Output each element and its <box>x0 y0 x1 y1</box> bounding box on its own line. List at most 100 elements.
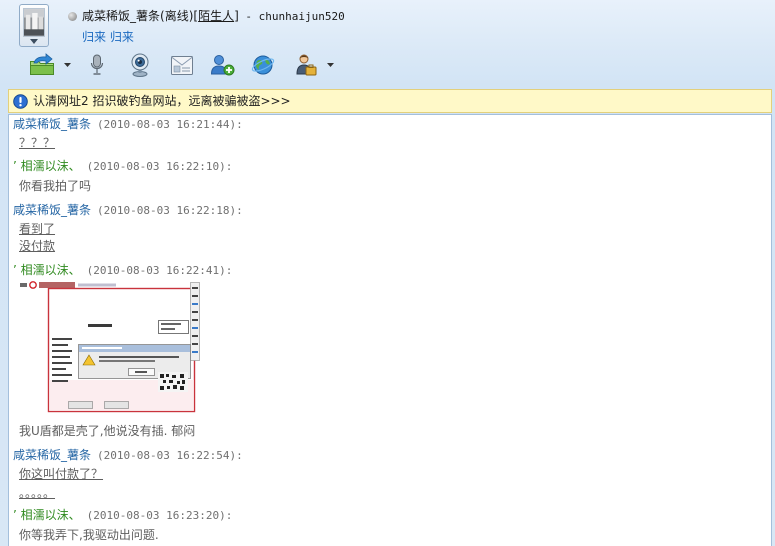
webcam-glint <box>137 59 140 62</box>
voice-chat-button[interactable] <box>90 54 104 76</box>
qr-cell <box>160 386 164 390</box>
image-side-menu <box>190 282 200 361</box>
chat-log[interactable]: 咸菜稀饭_薯条 (2010-08-03 16:21:44): ？？？ ’ 相濡以沫… <box>8 114 772 546</box>
column-mark <box>52 344 68 346</box>
header-text-mark <box>20 283 27 287</box>
message-header: ’ 相濡以沫、 (2010-08-03 16:23:20): <box>13 506 232 524</box>
avatar-photo <box>23 8 45 37</box>
qr-cell <box>173 385 177 389</box>
plus-bar <box>228 67 230 73</box>
sender-name: ’ 相濡以沫、 <box>13 159 81 173</box>
contact-signature: 归来 归来 <box>82 30 134 44</box>
message-time: (2010-08-03 16:22:54): <box>97 449 243 462</box>
application-button[interactable] <box>294 53 318 77</box>
dialog-title-mark <box>82 347 122 349</box>
message-header: 咸菜稀饭_薯条 (2010-08-03 16:22:54): <box>13 446 243 464</box>
image-page-button <box>68 401 93 409</box>
qr-cell <box>180 386 184 390</box>
contact-name: 咸菜稀饭_薯条 <box>82 9 161 23</box>
card-photo <box>173 65 181 73</box>
qr-cell <box>163 380 166 383</box>
side-menu-mark <box>192 311 198 313</box>
add-friend-button[interactable] <box>210 54 235 76</box>
message-header: 咸菜稀饭_薯条 (2010-08-03 16:22:18): <box>13 201 243 219</box>
video-chat-button[interactable] <box>129 53 151 77</box>
relation-link[interactable]: 陌生人 <box>198 9 234 23</box>
sender-name: ’ 相濡以沫、 <box>13 508 81 522</box>
message-text: ？？？ <box>19 136 56 150</box>
chat-window: 咸菜稀饭_薯条(离线)[陌生人] - chunhaijun520 归来 归来 认… <box>0 0 775 546</box>
qr-cell <box>169 380 173 383</box>
message-header: 咸菜稀饭_薯条 (2010-08-03 16:21:44): <box>13 115 243 133</box>
info-dot <box>19 104 22 107</box>
side-menu-mark <box>192 327 198 329</box>
message-text: 你看我拍了吗 <box>19 179 92 193</box>
message-time: (2010-08-03 16:22:10): <box>86 160 233 173</box>
side-menu-mark <box>192 287 198 289</box>
briefcase-handle <box>308 64 314 68</box>
chevron-down-icon[interactable] <box>30 39 38 44</box>
file-transfer-icon <box>30 53 54 75</box>
dialog-button-mark <box>135 371 147 373</box>
application-dropdown[interactable] <box>327 63 334 67</box>
sender-name: 咸菜稀饭_薯条 <box>13 203 92 217</box>
qr-cell <box>167 386 170 389</box>
photo-building <box>32 12 38 32</box>
qr-cell <box>172 375 176 378</box>
column-mark <box>52 362 72 364</box>
caret-down-icon <box>327 63 334 67</box>
header-text-mark <box>78 283 116 287</box>
send-mail-button[interactable] <box>170 55 194 76</box>
contact-title: 咸菜稀饭_薯条(离线)[陌生人] - chunhaijun520 <box>82 8 345 24</box>
globe-icon <box>251 55 275 75</box>
message-text: 你这叫付款了？ <box>19 467 104 481</box>
sender-name: 咸菜稀饭_薯条 <box>13 448 92 462</box>
photo-building <box>25 14 31 32</box>
sender-name: 咸菜稀饭_薯条 <box>13 117 92 131</box>
bank-page-screenshot <box>20 280 200 413</box>
column-mark <box>52 374 72 376</box>
login-box-mark <box>161 323 181 325</box>
title-separator: - <box>238 10 259 23</box>
message-header: ’ 相濡以沫、 (2010-08-03 16:22:10): <box>13 157 232 175</box>
side-menu-mark <box>192 351 198 353</box>
side-menu-mark <box>192 343 198 345</box>
chevron-shape <box>30 39 38 44</box>
avatar[interactable] <box>19 4 49 47</box>
status-text: (离线) <box>160 9 194 23</box>
web-button[interactable] <box>251 53 275 77</box>
column-mark <box>52 356 70 358</box>
side-menu-mark <box>192 295 198 297</box>
avatar-photo-graphic <box>24 9 44 36</box>
application-icon <box>296 54 317 76</box>
briefcase <box>305 66 317 76</box>
qr-cell <box>160 374 164 378</box>
dialog-text-mark <box>99 356 179 358</box>
side-menu-mark <box>192 319 198 321</box>
header-text-mark <box>39 282 75 288</box>
add-friend-icon <box>210 55 235 76</box>
sent-image[interactable] <box>20 280 200 413</box>
side-menu-mark <box>192 303 198 305</box>
message-header: ’ 相濡以沫、 (2010-08-03 16:22:41): <box>13 261 232 279</box>
column-mark <box>52 368 66 370</box>
webcam-icon <box>131 53 149 77</box>
mail-card-icon <box>171 56 193 75</box>
file-transfer-dropdown[interactable] <box>64 63 71 67</box>
notice-link[interactable]: 认清网址2 招识破钓鱼网站，远离被骗被盗>>> <box>33 90 291 112</box>
message-text: 。。。。。 <box>19 486 56 500</box>
mic-head <box>93 54 101 68</box>
dialog-text-mark <box>99 360 155 362</box>
qr-cell <box>180 374 184 378</box>
message-text: 你等我弄下,我驱动出问题. <box>19 528 159 542</box>
info-bar <box>19 97 22 103</box>
transfer-arrow <box>33 53 53 65</box>
side-menu-mark <box>192 335 198 337</box>
file-transfer-button[interactable] <box>28 53 56 77</box>
caret-down-icon <box>64 63 71 67</box>
photo-ground <box>24 29 44 36</box>
photo-building <box>38 16 44 32</box>
message-time: (2010-08-03 16:23:20): <box>86 509 233 522</box>
folder-front <box>30 65 54 75</box>
message-time: (2010-08-03 16:21:44): <box>97 118 243 131</box>
